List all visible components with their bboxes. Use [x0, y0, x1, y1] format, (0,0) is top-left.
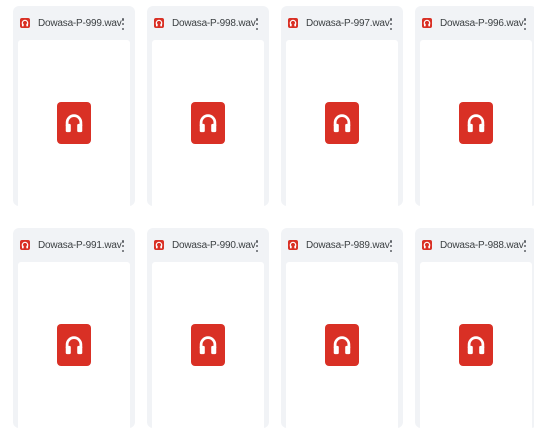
audio-file-type-icon [20, 18, 30, 28]
file-card[interactable]: Dowasa-P-997.wav [281, 6, 403, 206]
more-vert-icon[interactable] [523, 18, 527, 30]
file-card[interactable]: Dowasa-P-998.wav [147, 6, 269, 206]
file-preview[interactable] [18, 262, 130, 428]
more-vert-icon[interactable] [389, 18, 393, 30]
card-header: Dowasa-P-998.wav [147, 6, 269, 40]
audio-file-type-icon [154, 240, 164, 250]
file-name[interactable]: Dowasa-P-996.wav [440, 18, 524, 29]
headphones-icon [191, 324, 225, 366]
audio-file-type-icon [20, 240, 30, 250]
file-card[interactable]: Dowasa-P-996.wav [415, 6, 534, 206]
file-name[interactable]: Dowasa-P-988.wav [440, 240, 524, 251]
card-header: Dowasa-P-990.wav [147, 228, 269, 262]
file-preview[interactable] [18, 40, 130, 206]
audio-file-type-icon [288, 18, 298, 28]
more-vert-icon[interactable] [255, 240, 259, 252]
file-preview[interactable] [152, 262, 264, 428]
card-header: Dowasa-P-988.wav [415, 228, 534, 262]
audio-file-type-icon [422, 18, 432, 28]
audio-file-type-icon [422, 240, 432, 250]
more-vert-icon[interactable] [523, 240, 527, 252]
card-header: Dowasa-P-999.wav [13, 6, 135, 40]
headphones-icon [57, 102, 91, 144]
headphones-icon [459, 102, 493, 144]
file-card[interactable]: Dowasa-P-999.wav [13, 6, 135, 206]
file-card[interactable]: Dowasa-P-989.wav [281, 228, 403, 428]
file-name[interactable]: Dowasa-P-997.wav [306, 18, 390, 29]
headphones-icon [459, 324, 493, 366]
file-preview[interactable] [420, 40, 532, 206]
headphones-icon [325, 324, 359, 366]
audio-file-type-icon [288, 240, 298, 250]
file-name[interactable]: Dowasa-P-999.wav [38, 18, 122, 29]
file-preview[interactable] [286, 40, 398, 206]
headphones-icon [191, 102, 225, 144]
file-preview[interactable] [420, 262, 532, 428]
file-preview[interactable] [286, 262, 398, 428]
file-name[interactable]: Dowasa-P-990.wav [172, 240, 256, 251]
more-vert-icon[interactable] [389, 240, 393, 252]
more-vert-icon[interactable] [121, 18, 125, 30]
file-card[interactable]: Dowasa-P-990.wav [147, 228, 269, 428]
file-name[interactable]: Dowasa-P-998.wav [172, 18, 256, 29]
file-card[interactable]: Dowasa-P-991.wav [13, 228, 135, 428]
more-vert-icon[interactable] [255, 18, 259, 30]
file-name[interactable]: Dowasa-P-991.wav [38, 240, 122, 251]
file-card[interactable]: Dowasa-P-988.wav [415, 228, 534, 428]
card-header: Dowasa-P-997.wav [281, 6, 403, 40]
file-grid: Dowasa-P-999.wav Dowasa-P-998.wav Dowasa… [0, 0, 534, 430]
audio-file-type-icon [154, 18, 164, 28]
headphones-icon [325, 102, 359, 144]
card-header: Dowasa-P-996.wav [415, 6, 534, 40]
file-preview[interactable] [152, 40, 264, 206]
headphones-icon [57, 324, 91, 366]
file-name[interactable]: Dowasa-P-989.wav [306, 240, 390, 251]
card-header: Dowasa-P-989.wav [281, 228, 403, 262]
more-vert-icon[interactable] [121, 240, 125, 252]
card-header: Dowasa-P-991.wav [13, 228, 135, 262]
